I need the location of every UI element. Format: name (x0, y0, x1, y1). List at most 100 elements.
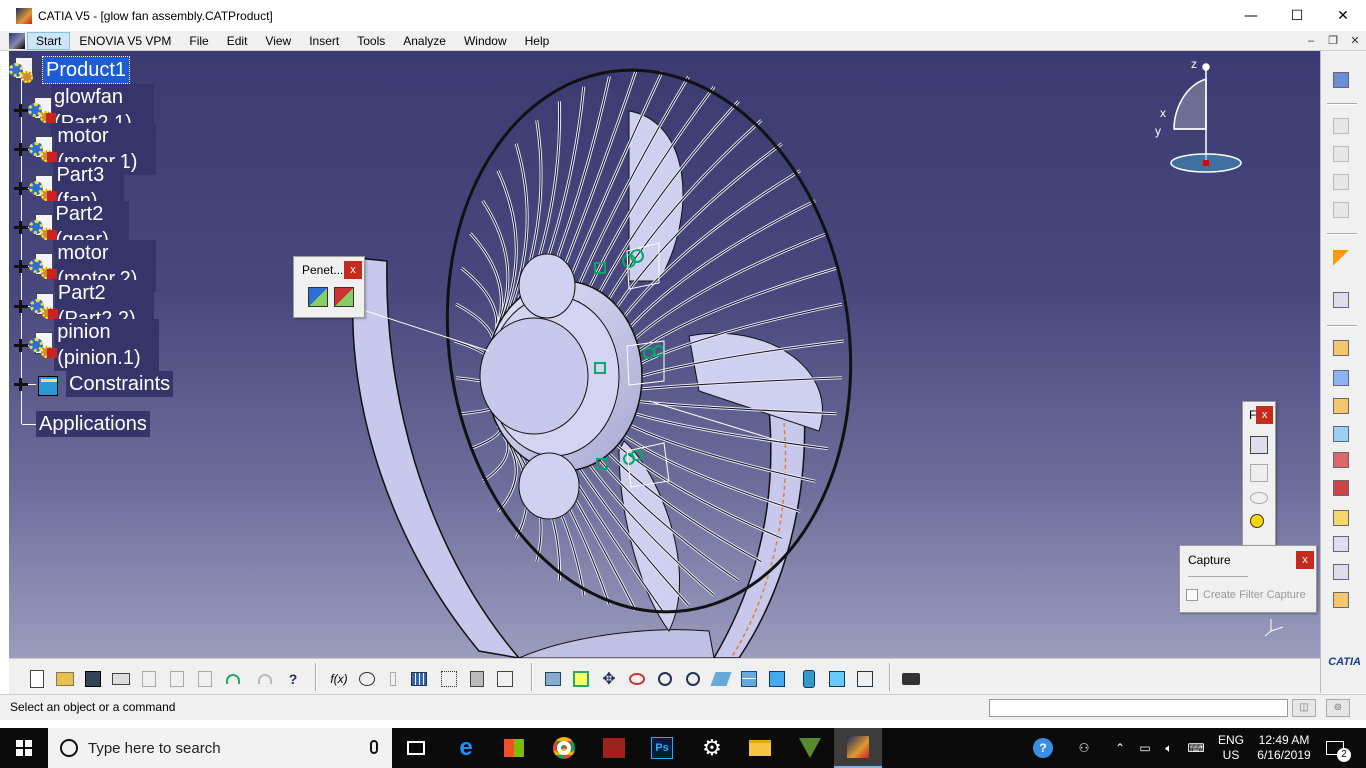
expand-icon[interactable] (14, 103, 28, 117)
multi-instantiation-icon[interactable] (467, 669, 487, 689)
table-icon[interactable] (409, 669, 429, 689)
clock[interactable]: 12:49 AM 6/16/2019 (1250, 728, 1318, 768)
normal-view-icon[interactable] (710, 669, 732, 689)
tree-node[interactable]: Part2 (Part2.2) (14, 280, 154, 332)
formula-icon[interactable]: f(x) (329, 669, 349, 689)
menu-window[interactable]: Window (455, 31, 516, 51)
catia-taskbar-icon[interactable] (834, 728, 882, 768)
edge-browser-icon[interactable]: e (442, 728, 490, 768)
fan-assembly-model[interactable]: z x y (9, 51, 1320, 658)
tree-node-label[interactable]: Constraints (66, 371, 174, 397)
knowledge-icon[interactable] (357, 669, 377, 689)
close-toolbar-button[interactable]: x (344, 261, 362, 279)
microphone-icon[interactable] (370, 740, 378, 754)
tree-node[interactable]: Applications (21, 409, 150, 439)
doc-close-button[interactable]: ✕ (1344, 31, 1366, 51)
store-icon[interactable] (490, 728, 538, 768)
constraint-icon-2[interactable] (1330, 367, 1352, 389)
menu-edit[interactable]: Edit (218, 31, 257, 51)
penetration-tool-icon[interactable] (308, 287, 328, 307)
select-mode-icon[interactable] (495, 669, 515, 689)
tree-node-label[interactable]: pinion (pinion.1) (54, 319, 160, 371)
menu-tools[interactable]: Tools (348, 31, 394, 51)
file-explorer-icon[interactable] (736, 728, 784, 768)
tree-node[interactable]: glowfan (Part2.1) (14, 84, 154, 136)
doc-restore-button[interactable]: ❐ (1322, 31, 1344, 51)
manipulation-icon[interactable] (1330, 289, 1352, 311)
language-indicator[interactable]: ENG US (1214, 728, 1248, 768)
constraint-icon-3[interactable] (1330, 395, 1352, 417)
isometric-view-icon[interactable] (767, 669, 787, 689)
expand-icon[interactable] (14, 181, 28, 195)
expand-icon[interactable] (14, 338, 28, 352)
windows-start-button[interactable] (0, 728, 48, 768)
swap-visible-space-icon[interactable] (855, 669, 875, 689)
zoom-in-icon[interactable] (655, 669, 675, 689)
tree-node[interactable]: Part3 (fan) (14, 162, 124, 214)
constraint-icon-8[interactable] (1330, 533, 1352, 555)
constraint-icon-5[interactable] (1330, 449, 1352, 471)
eye-icon[interactable] (1250, 492, 1268, 504)
tree-node[interactable]: pinion (pinion.1) (14, 319, 160, 371)
expand-icon[interactable] (14, 377, 28, 391)
new-file-icon[interactable] (27, 669, 47, 689)
fit-all-icon[interactable] (571, 669, 591, 689)
save-icon[interactable] (83, 669, 103, 689)
people-icon[interactable]: ⚇ (1072, 728, 1096, 768)
menu-help[interactable]: Help (516, 31, 559, 51)
multi-view-icon[interactable] (739, 669, 759, 689)
command-input[interactable] (989, 699, 1288, 717)
open-folder-icon[interactable] (55, 669, 75, 689)
tree-node[interactable]: Constraints (14, 369, 174, 399)
taskbar-search-box[interactable]: Type here to search (48, 728, 392, 768)
help-tray-icon[interactable]: ? (1030, 728, 1056, 768)
fly-mode-icon[interactable] (543, 669, 563, 689)
tree-root-label[interactable]: Product1 (41, 56, 131, 84)
tree-node[interactable]: motor (motor.1) (14, 123, 157, 175)
expand-icon[interactable] (14, 220, 29, 234)
notifications-icon[interactable]: 2 (1320, 728, 1351, 768)
settings-gear-icon[interactable]: ⚙ (688, 728, 736, 768)
shading-icon[interactable] (799, 669, 819, 689)
constraint-icon-9[interactable] (1330, 561, 1352, 583)
rotate-icon[interactable] (627, 669, 647, 689)
close-filter-toolbar-button[interactable]: x (1256, 406, 1273, 424)
catalog-browser-icon[interactable] (1330, 69, 1352, 91)
undo-icon[interactable] (223, 669, 243, 689)
filter-view-icon[interactable] (1250, 436, 1268, 454)
start-menu-icon[interactable] (9, 32, 25, 49)
tree-node[interactable]: Part2 (gear) (14, 201, 130, 253)
expand-icon[interactable] (14, 259, 28, 273)
camera-icon[interactable] (901, 669, 921, 689)
tree-node[interactable]: motor (motor.2) (14, 240, 157, 292)
doc-minimize-button[interactable]: – (1300, 31, 1322, 51)
zoom-out-icon[interactable] (683, 669, 703, 689)
pan-icon[interactable]: ✥ (599, 669, 619, 689)
keyboard-icon[interactable]: ⌨ (1182, 728, 1210, 768)
print-icon[interactable] (111, 669, 131, 689)
show-hidden-icons[interactable]: ⌃ (1110, 728, 1130, 768)
menu-start[interactable]: Start (27, 31, 71, 50)
constraint-icon-10[interactable] (1330, 589, 1352, 611)
3d-viewport[interactable]: z x y Product1 glowfan (Part2.1) motor (… (9, 51, 1320, 658)
constraint-icon-6[interactable] (1330, 477, 1352, 499)
photoshop-icon[interactable]: Ps (638, 728, 686, 768)
constraint-icon-7[interactable] (1330, 507, 1352, 529)
close-window-button[interactable]: ✕ (1320, 0, 1366, 31)
select-arrow-icon[interactable] (1330, 247, 1352, 269)
expand-icon[interactable] (14, 142, 28, 156)
chrome-icon[interactable] (540, 728, 588, 768)
whats-this-icon[interactable]: ? (283, 669, 303, 689)
nvidia-app-icon[interactable] (786, 728, 834, 768)
volume-icon[interactable]: 🔈︎ (1158, 728, 1180, 768)
expand-icon[interactable] (14, 299, 28, 313)
constraint-icon-4[interactable] (1330, 423, 1352, 445)
menu-analyze[interactable]: Analyze (394, 31, 455, 51)
penetration-tool-2-icon[interactable] (334, 287, 354, 307)
tree-node-label[interactable]: Applications (36, 411, 150, 437)
network-icon[interactable]: ▭ (1134, 728, 1156, 768)
constraint-icon-1[interactable] (1330, 337, 1352, 359)
menu-file[interactable]: File (180, 31, 217, 51)
tree-root[interactable]: Product1 (9, 55, 131, 85)
menu-enovia[interactable]: ENOVIA V5 VPM (70, 31, 180, 51)
